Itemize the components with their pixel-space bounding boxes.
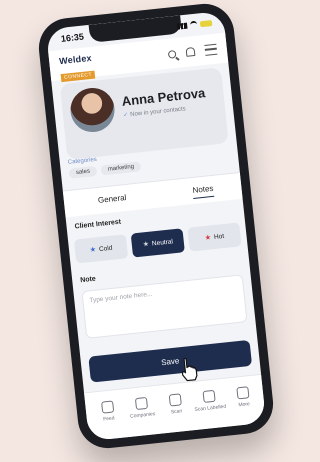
interest-neutral-label: Neutral	[151, 237, 174, 247]
menu-icon[interactable]	[204, 43, 218, 56]
check-icon: ✓	[122, 112, 129, 119]
star-icon: ★	[142, 240, 150, 249]
category-chip[interactable]: sales	[68, 165, 98, 179]
note-label: Note	[79, 275, 97, 285]
profile-card: Anna Petrova ✓Now in your contacts	[59, 67, 229, 160]
bell-icon[interactable]	[185, 46, 196, 57]
contact-status-text: Now in your contacts	[129, 106, 187, 119]
nav-feed[interactable]: Feed	[89, 399, 127, 424]
wifi-icon	[189, 20, 198, 30]
phone-frame: 16:35 Weldex CONNECT Anna Petrova ✓Now i…	[35, 0, 277, 452]
interest-hot-label: Hot	[213, 232, 225, 241]
star-icon: ★	[89, 246, 97, 255]
tab-notes[interactable]: Notes	[192, 183, 215, 199]
briefcase-icon	[134, 396, 149, 411]
tab-general[interactable]: General	[98, 193, 127, 205]
interest-cold-button[interactable]: ★ Cold	[73, 234, 129, 264]
tab-bar: General Notes	[62, 171, 243, 218]
nav-more-label: More	[238, 401, 251, 409]
more-icon	[236, 386, 250, 400]
nav-scan[interactable]: Scan	[157, 392, 195, 417]
bottom-nav: Feed Companies Scan Scan Labelled More	[84, 373, 267, 442]
save-button[interactable]: Save	[88, 339, 253, 383]
search-icon[interactable]	[167, 49, 177, 59]
category-chip[interactable]: marketing	[100, 161, 142, 176]
interest-cold-label: Cold	[98, 244, 113, 253]
hand-cursor-icon	[181, 357, 198, 382]
scan-icon	[168, 393, 182, 407]
nav-more[interactable]: More	[224, 385, 262, 410]
app-logo[interactable]: Weldex CONNECT	[59, 53, 96, 84]
client-interest-label: Client Interest	[74, 218, 122, 231]
logo-text: Weldex	[58, 52, 93, 67]
client-interest-options: ★ Cold ★ Neutral ★ Hot	[73, 222, 242, 264]
app-bar-actions	[167, 43, 218, 60]
interest-neutral-button[interactable]: ★ Neutral	[130, 228, 185, 258]
scene: 16:35 Weldex CONNECT Anna Petrova ✓Now i…	[0, 0, 304, 462]
phone-screen: 16:35 Weldex CONNECT Anna Petrova ✓Now i…	[45, 10, 267, 442]
nav-scan-label: Scan	[170, 408, 183, 416]
system-icons	[176, 19, 213, 31]
battery-icon	[199, 20, 213, 28]
signal-icon	[176, 22, 188, 30]
scan-labelled-icon	[202, 389, 216, 403]
note-textarea[interactable]: Type your note here...	[81, 274, 248, 339]
nav-feed-label: Feed	[102, 415, 115, 423]
nav-companies[interactable]: Companies	[123, 396, 161, 421]
contact-name: Anna Petrova	[121, 85, 206, 109]
avatar	[68, 85, 117, 135]
home-icon	[101, 400, 115, 414]
nav-companies-label: Companies	[129, 411, 156, 420]
interest-hot-button[interactable]: ★ Hot	[187, 222, 242, 252]
nav-scan-labelled[interactable]: Scan Labelled	[191, 389, 229, 414]
star-icon: ★	[204, 234, 212, 242]
status-time: 16:35	[60, 31, 85, 44]
nav-scan-labelled-label: Scan Labelled	[194, 403, 227, 413]
